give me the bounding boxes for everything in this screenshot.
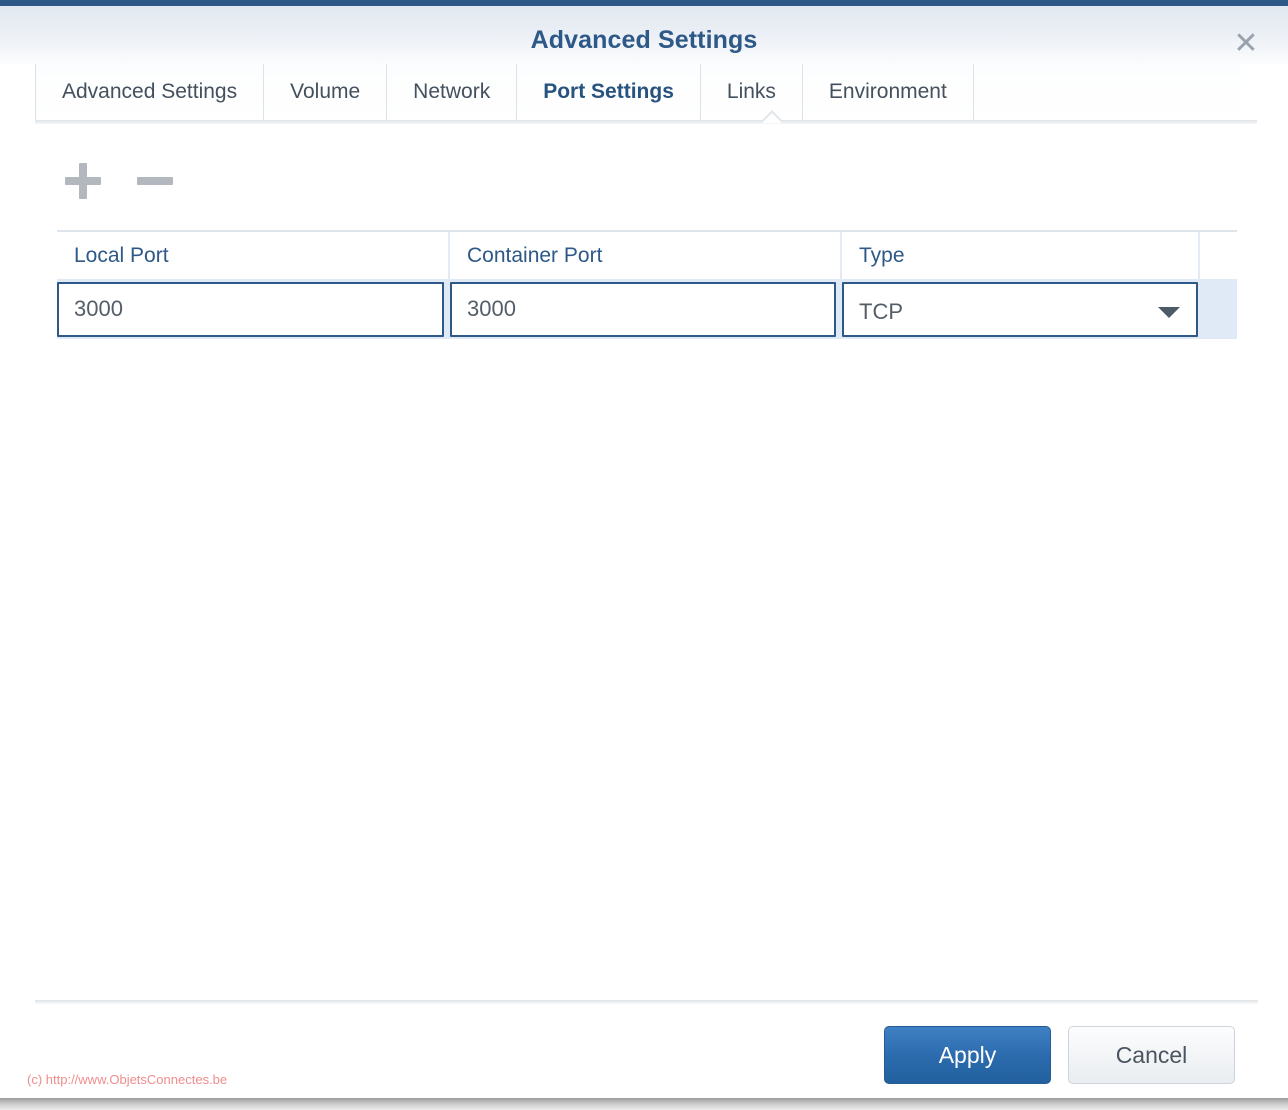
tab-label: Environment	[828, 80, 947, 103]
minus-icon[interactable]	[132, 158, 178, 204]
cancel-button[interactable]: Cancel	[1068, 1026, 1235, 1084]
tab-label: Links	[726, 80, 776, 103]
dialog-title: Advanced Settings	[530, 26, 758, 54]
column-header-local-port[interactable]: Local Port	[57, 232, 450, 279]
port-settings-table: Local Port Container Port Type TCP	[57, 230, 1237, 339]
column-header-container-port[interactable]: Container Port	[450, 232, 842, 279]
window-bottom-shadow	[0, 1098, 1288, 1110]
cell-local-port	[57, 279, 450, 339]
tab-label: Network	[413, 80, 491, 103]
tab-label: Volume	[290, 80, 361, 103]
advanced-settings-dialog: Advanced Settings ✕ Advanced Settings Vo…	[0, 0, 1288, 1110]
plus-icon[interactable]	[60, 158, 106, 204]
cell-type: TCP	[842, 279, 1200, 339]
active-tab-caret-inner-icon	[762, 113, 782, 123]
type-select-value: TCP	[859, 298, 903, 324]
local-port-input[interactable]	[57, 281, 444, 337]
chevron-down-icon[interactable]	[1158, 306, 1180, 318]
dialog-titlebar: Advanced Settings ✕	[0, 6, 1288, 64]
footer-divider	[35, 1000, 1258, 1004]
close-icon[interactable]: ✕	[1230, 28, 1262, 60]
tab-environment[interactable]: Environment	[801, 64, 974, 120]
tab-separator-line	[35, 120, 1257, 124]
type-select[interactable]: TCP	[842, 281, 1198, 337]
cell-container-port	[450, 279, 842, 339]
port-table-toolbar	[60, 158, 178, 204]
tab-label: Advanced Settings	[62, 80, 238, 103]
tab-volume[interactable]: Volume	[263, 64, 386, 120]
tab-advanced-settings[interactable]: Advanced Settings	[35, 64, 263, 120]
tab-port-settings[interactable]: Port Settings	[516, 64, 700, 120]
apply-button[interactable]: Apply	[884, 1026, 1051, 1084]
tab-label: Port Settings	[543, 80, 674, 103]
watermark-text: (c) http://www.ObjetsConnectes.be	[27, 1072, 228, 1087]
table-header-row: Local Port Container Port Type	[57, 230, 1237, 279]
table-row[interactable]: TCP	[57, 279, 1237, 339]
cell-row-spacer	[1200, 279, 1237, 339]
tab-links[interactable]: Links	[699, 64, 802, 120]
column-header-spacer	[1200, 232, 1235, 279]
tab-bar: Advanced Settings Volume Network Port Se…	[35, 64, 1240, 120]
container-port-input[interactable]	[450, 281, 836, 337]
tab-network[interactable]: Network	[386, 64, 516, 120]
column-header-type[interactable]: Type	[842, 232, 1200, 279]
